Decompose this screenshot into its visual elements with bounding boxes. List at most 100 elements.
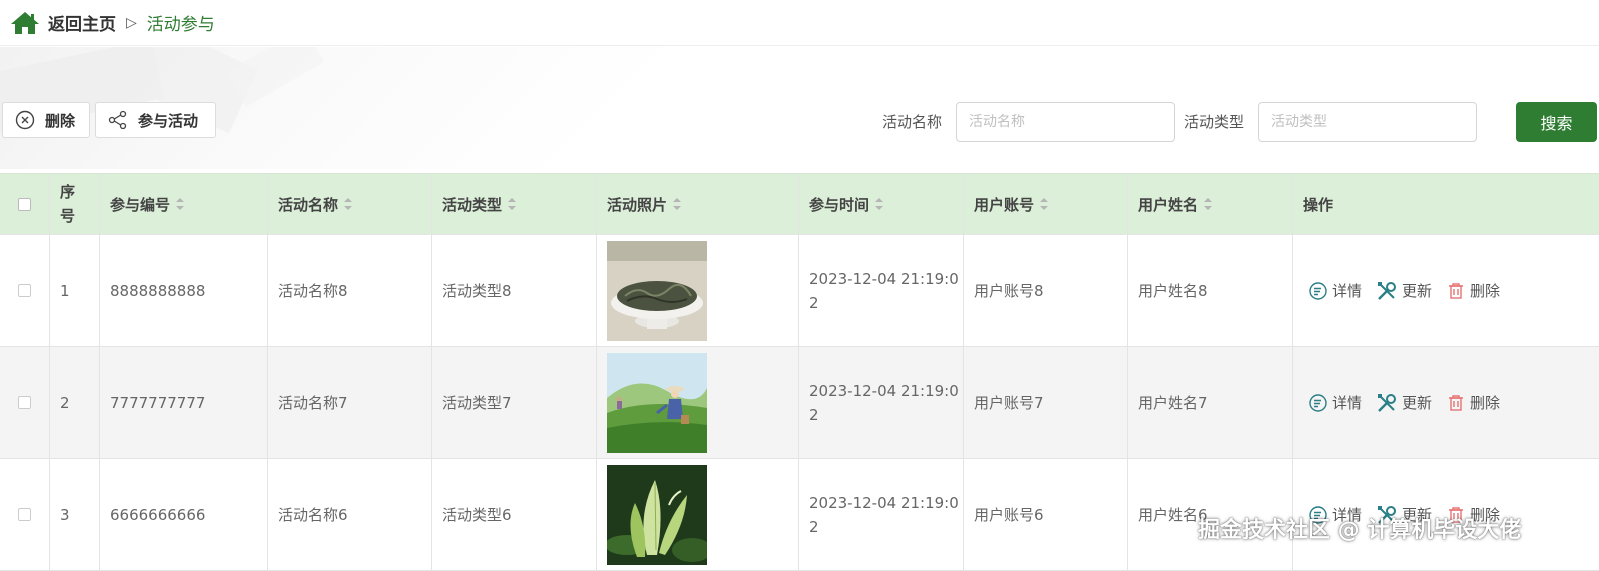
trash-icon [1449, 282, 1464, 299]
row-index: 3 [50, 459, 100, 570]
row-time: 2023-12-04 21:19:02 [799, 347, 964, 458]
join-activity-button[interactable]: 参与活动 [95, 102, 216, 138]
update-label: 更新 [1402, 282, 1433, 300]
detail-icon [1309, 281, 1327, 300]
wrench-icon [1378, 281, 1397, 300]
search-name-input[interactable] [956, 102, 1175, 142]
breadcrumb: 返回主页 ▷ 活动参与 [0, 0, 1599, 46]
update-button[interactable]: 更新 [1376, 280, 1432, 302]
detail-button[interactable]: 详情 [1308, 392, 1362, 413]
row-photo-cell [597, 235, 799, 346]
update-button[interactable]: 更新 [1376, 392, 1432, 414]
tea-leaves-bowl-image[interactable] [607, 240, 707, 341]
row-checkbox[interactable] [18, 508, 31, 521]
detail-label: 详情 [1332, 394, 1363, 412]
table-row: 2 7777777777 活动名称7 活动类型7 2023-12-04 21:1… [0, 347, 1599, 459]
delete-row-button[interactable]: 删除 [1446, 392, 1500, 413]
detail-button[interactable]: 详情 [1308, 280, 1362, 301]
breadcrumb-separator: ▷ [126, 14, 137, 31]
header-time[interactable]: 参与时间 [799, 174, 964, 234]
delete-button-label: 删除 [45, 111, 76, 130]
header-type-label: 活动类型 [442, 195, 503, 214]
detail-icon [1309, 393, 1327, 412]
row-index: 2 [50, 347, 100, 458]
header-user-name[interactable]: 用户姓名 [1128, 174, 1293, 234]
row-type: 活动类型7 [432, 347, 597, 458]
header-account-label: 用户账号 [974, 195, 1035, 214]
close-circle-icon [15, 110, 35, 130]
delete-row-button[interactable]: 删除 [1446, 280, 1500, 301]
row-account: 用户账号8 [964, 235, 1128, 346]
tea-buds-closeup-image[interactable] [607, 464, 707, 565]
header-index-label: 序号 [60, 183, 76, 225]
sort-icon[interactable] [508, 198, 517, 210]
row-number: 8888888888 [100, 235, 268, 346]
sort-icon[interactable] [1040, 198, 1049, 210]
search-type-label: 活动类型 [1184, 113, 1245, 131]
row-photo-cell [597, 459, 799, 570]
sort-icon[interactable] [176, 198, 185, 210]
row-number: 6666666666 [100, 459, 268, 570]
search-button[interactable]: 搜索 [1516, 102, 1597, 142]
header-ops-label: 操作 [1303, 195, 1334, 214]
breadcrumb-current: 活动参与 [146, 15, 215, 35]
header-name[interactable]: 活动名称 [268, 174, 432, 234]
row-user-name: 用户姓名7 [1128, 347, 1293, 458]
search-type-input[interactable] [1258, 102, 1477, 142]
row-name: 活动名称8 [268, 235, 432, 346]
row-type: 活动类型6 [432, 459, 597, 570]
delete-label: 删除 [1470, 282, 1501, 300]
sort-icon[interactable] [875, 198, 884, 210]
row-name: 活动名称7 [268, 347, 432, 458]
header-account[interactable]: 用户账号 [964, 174, 1128, 234]
row-checkbox-cell [0, 235, 50, 346]
row-checkbox-cell [0, 347, 50, 458]
row-checkbox[interactable] [18, 284, 31, 297]
row-ops: 详情 更新 删除 [1293, 347, 1599, 458]
join-activity-button-label: 参与活动 [138, 111, 199, 130]
header-index: 序号 [50, 174, 100, 234]
row-checkbox-cell [0, 459, 50, 570]
header-number-label: 参与编号 [110, 195, 171, 214]
select-all-checkbox[interactable] [18, 197, 31, 211]
tea-picking-field-image[interactable] [607, 352, 707, 453]
wrench-icon [1378, 393, 1397, 412]
row-time-text: 2023-12-04 21:19:02 [809, 493, 959, 536]
header-checkbox-cell [0, 174, 50, 234]
breadcrumb-home-link[interactable]: 返回主页 [48, 10, 116, 35]
row-index: 1 [50, 235, 100, 346]
header-user-name-label: 用户姓名 [1138, 195, 1199, 214]
home-icon[interactable] [10, 11, 40, 35]
header-number[interactable]: 参与编号 [100, 174, 268, 234]
row-type: 活动类型8 [432, 235, 597, 346]
row-time: 2023-12-04 21:19:02 [799, 235, 964, 346]
header-ops: 操作 [1293, 174, 1599, 234]
row-number: 7777777777 [100, 347, 268, 458]
row-account: 用户账号6 [964, 459, 1128, 570]
delete-button[interactable]: 删除 [2, 102, 90, 138]
row-time-text: 2023-12-04 21:19:02 [809, 269, 959, 312]
header-time-label: 参与时间 [809, 195, 870, 214]
header-photo-label: 活动照片 [607, 195, 668, 214]
table-row: 1 8888888888 活动名称8 活动类型8 2023-12-04 21:1… [0, 235, 1599, 347]
header-type[interactable]: 活动类型 [432, 174, 597, 234]
trash-icon [1449, 394, 1464, 411]
row-time: 2023-12-04 21:19:02 [799, 459, 964, 570]
row-name: 活动名称6 [268, 459, 432, 570]
row-checkbox[interactable] [18, 396, 31, 409]
table-header-row: 序号 参与编号 活动名称 活动类型 活动照片 参与时间 用户账号 用户姓名 操作 [0, 173, 1599, 235]
share-icon [108, 110, 127, 130]
update-label: 更新 [1402, 394, 1433, 412]
page: 返回主页 ▷ 活动参与 删除 参与活动 活动名称 活动类型 [0, 0, 1599, 571]
delete-label: 删除 [1470, 394, 1501, 412]
sort-icon[interactable] [1204, 198, 1213, 210]
header-name-label: 活动名称 [278, 195, 339, 214]
row-account: 用户账号7 [964, 347, 1128, 458]
sort-icon[interactable] [673, 198, 682, 210]
sort-icon[interactable] [344, 198, 353, 210]
toolbar: 删除 参与活动 活动名称 活动类型 搜索 [0, 102, 1599, 142]
row-photo-cell [597, 347, 799, 458]
row-ops: 详情 更新 删除 [1293, 235, 1599, 346]
row-time-text: 2023-12-04 21:19:02 [809, 381, 959, 424]
header-photo[interactable]: 活动照片 [597, 174, 799, 234]
